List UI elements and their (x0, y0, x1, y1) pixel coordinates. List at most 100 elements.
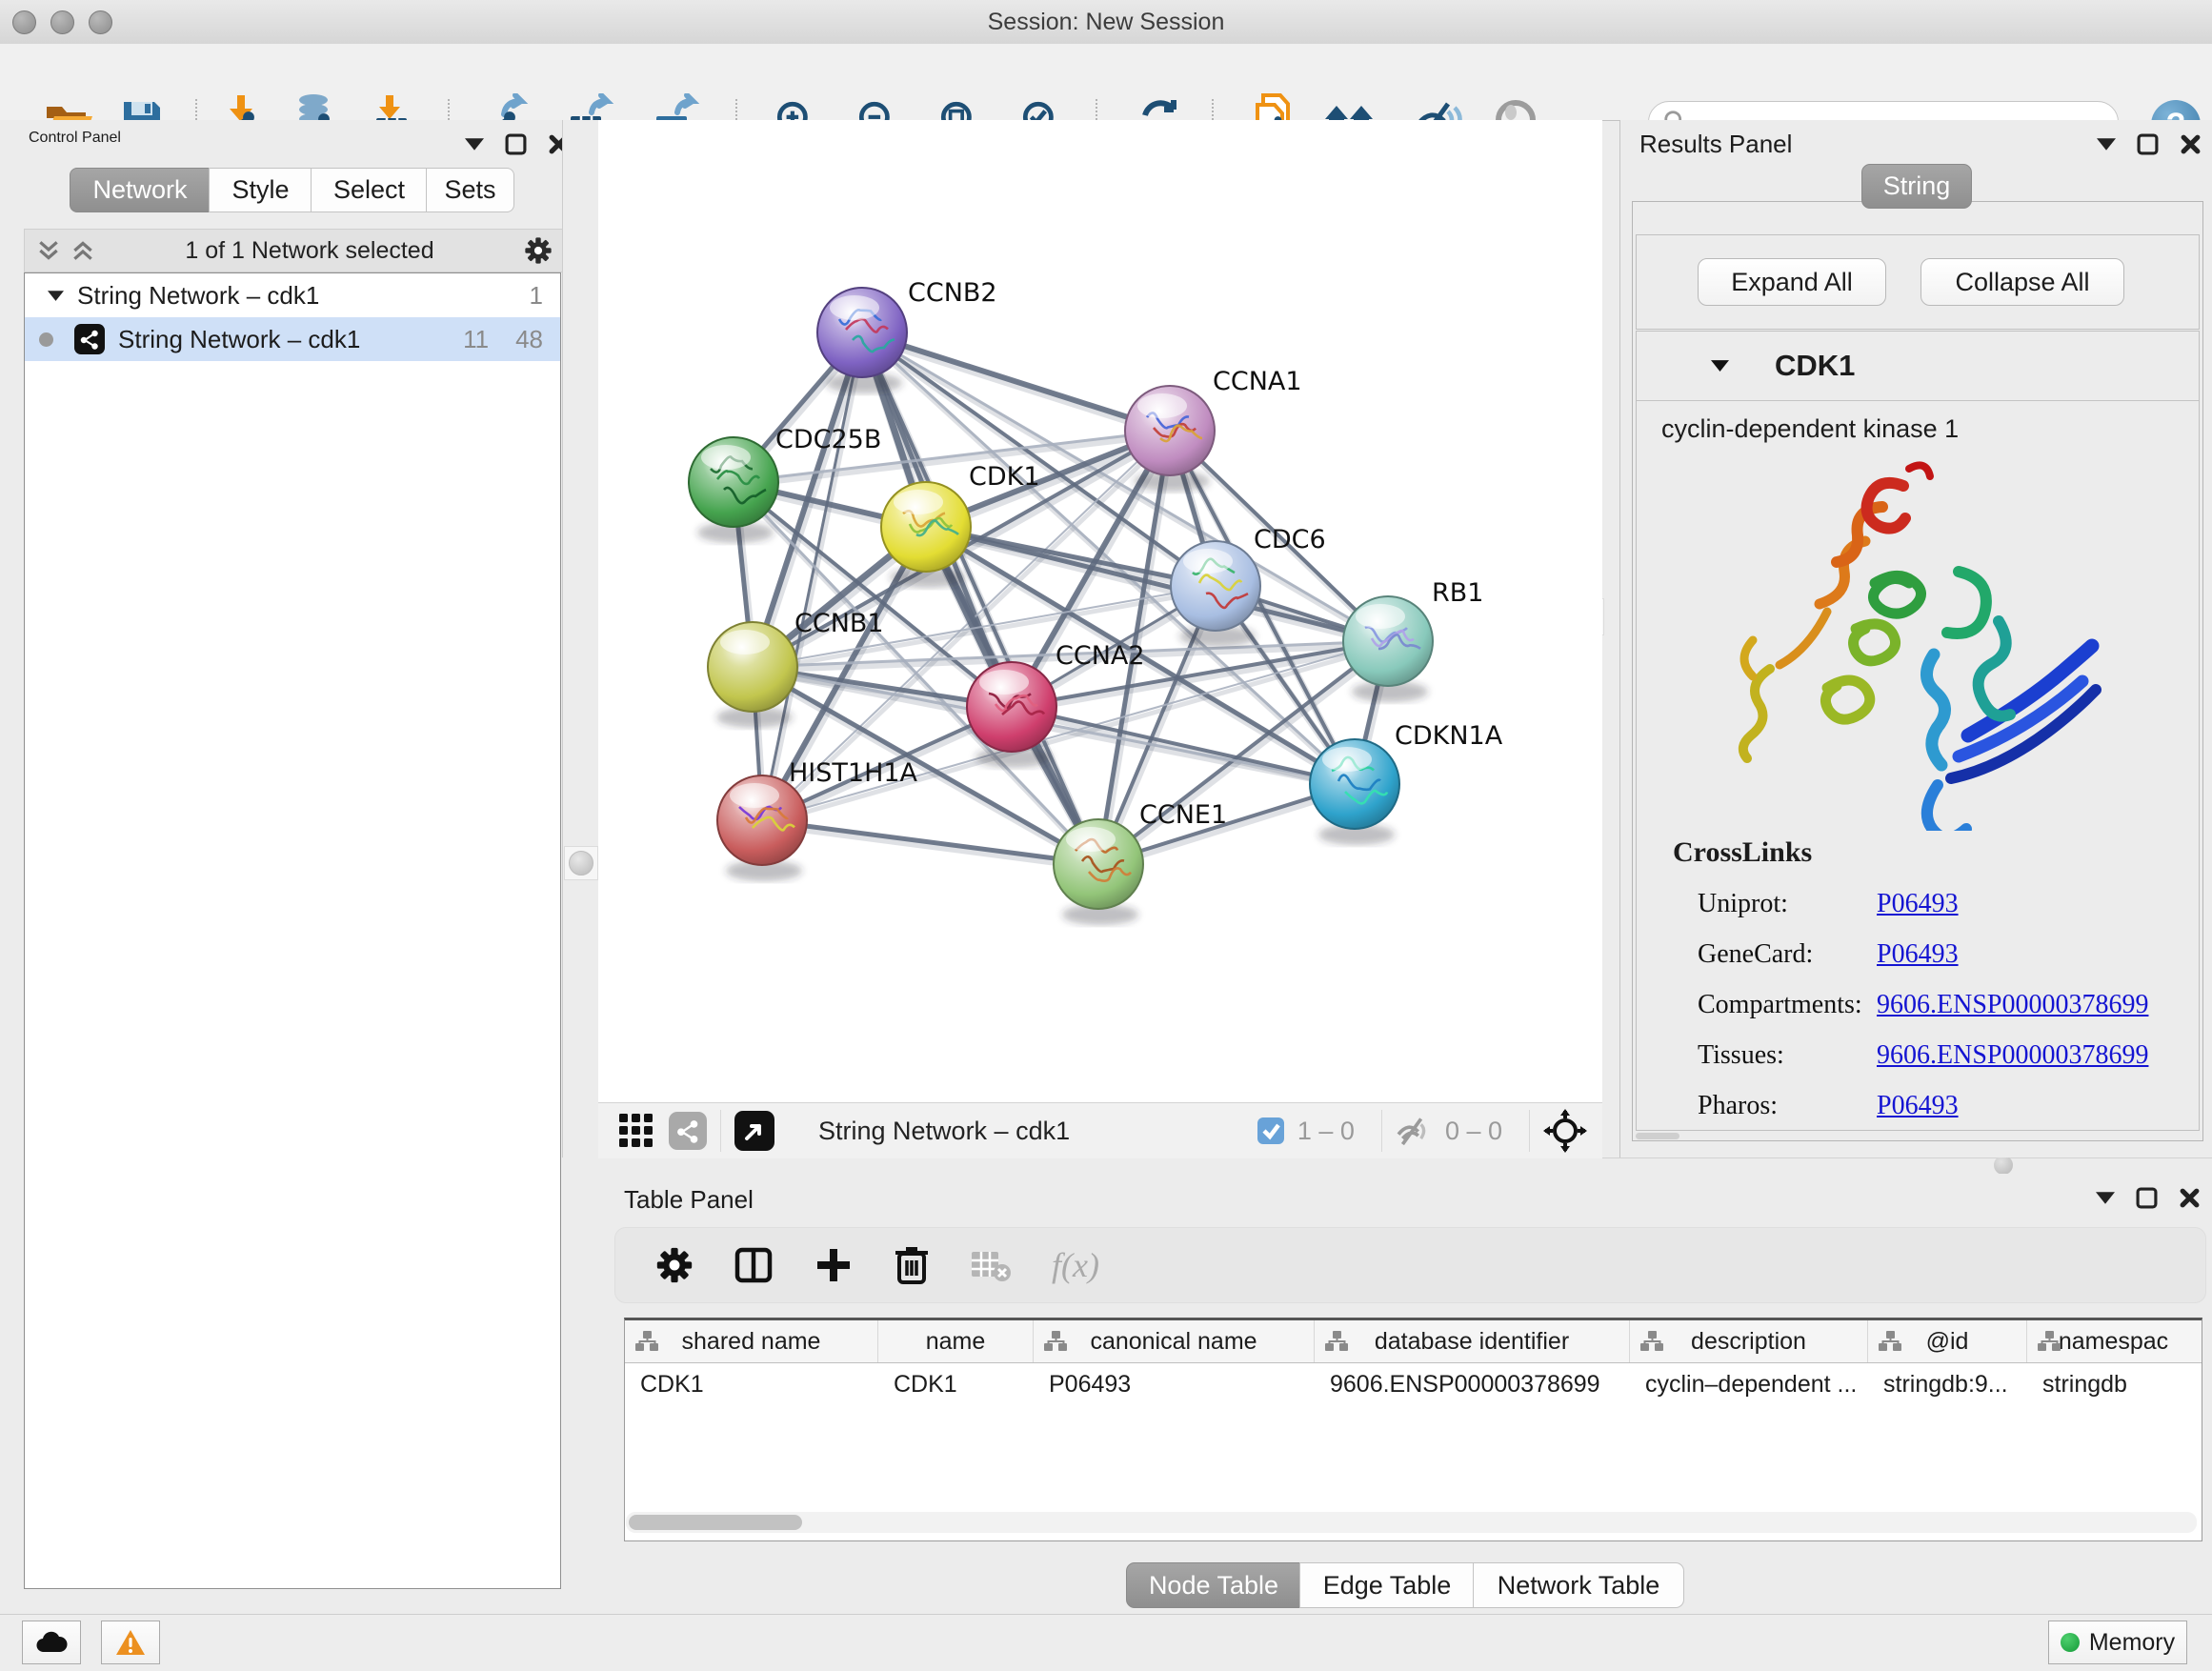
network-share-view-icon[interactable] (669, 1112, 707, 1150)
title-bar: Session: New Session (0, 0, 2212, 45)
network-list: String Network – cdk1 1 String Network –… (24, 272, 561, 1589)
memory-button[interactable]: Memory (2048, 1621, 2187, 1664)
network-view-title: String Network – cdk1 (818, 1117, 1070, 1146)
table-options-gear-icon[interactable] (655, 1246, 694, 1284)
protein-card-header[interactable]: CDK1 (1637, 332, 2199, 401)
crosslink-link[interactable]: P06493 (1877, 939, 1959, 970)
column-header[interactable]: canonical name (1034, 1320, 1315, 1362)
crosslink-label: Pharos: (1698, 1091, 1877, 1121)
network-edge[interactable] (862, 332, 1170, 431)
tab-sets[interactable]: Sets (426, 168, 514, 212)
node-label: CDK1 (969, 462, 1040, 492)
panel-float-icon[interactable] (2136, 1187, 2158, 1209)
delete-table-icon-disabled (970, 1248, 1012, 1282)
tab-style[interactable]: Style (209, 168, 312, 212)
protein-description: cyclin-dependent kinase 1 (1637, 401, 2199, 444)
network-row-selected[interactable]: String Network – cdk1 11 48 (25, 317, 560, 361)
cloud-icon (35, 1631, 68, 1654)
panel-close-icon[interactable] (2180, 133, 2202, 155)
tab-network[interactable]: Network (70, 168, 211, 212)
network-node-rb1[interactable]: RB1 (1343, 578, 1483, 702)
crosslink-label: GeneCard: (1698, 939, 1877, 970)
column-header[interactable]: description (1630, 1320, 1868, 1362)
table-panel-title: Table Panel (624, 1185, 754, 1215)
network-node-cdkn1a[interactable]: CDKN1A (1310, 721, 1503, 845)
results-panel: Results Panel String Expand All Collapse… (1619, 120, 2212, 1158)
node-label: CDC25B (775, 425, 881, 454)
table-row[interactable]: CDK1 CDK1 P06493 9606.ENSP00000378699 cy… (625, 1363, 2202, 1405)
collapse-all-button[interactable]: Collapse All (1920, 258, 2124, 306)
expand-collapse-box: Expand All Collapse All (1636, 234, 2200, 330)
grid-view-icon[interactable] (617, 1112, 655, 1150)
column-header[interactable]: database identifier (1315, 1320, 1630, 1362)
node-label: HIST1H1A (789, 758, 918, 788)
edge-count: 48 (515, 325, 543, 354)
tab-string[interactable]: String (1861, 164, 1972, 209)
panel-float-icon[interactable] (505, 133, 527, 155)
results-scrollbar-thumb[interactable] (1636, 1133, 1679, 1139)
expand-all-button[interactable]: Expand All (1698, 258, 1886, 306)
node-label: CCNB1 (794, 609, 884, 638)
crosslink-row: Compartments: 9606.ENSP00000378699 (1698, 979, 2199, 1030)
crosslink-label: Uniprot: (1698, 889, 1877, 919)
crosslink-link[interactable]: 9606.ENSP00000378699 (1877, 990, 2148, 1020)
tree-expander-icon[interactable] (48, 291, 64, 301)
crosslink-link[interactable]: P06493 (1877, 889, 1959, 919)
selected-checkbox-icon[interactable] (1256, 1116, 1286, 1146)
status-bar: Memory (0, 1614, 2212, 1671)
node-label: CCNE1 (1139, 800, 1227, 830)
node-table: shared name name canonical name database… (624, 1318, 2202, 1541)
collection-count: 1 (530, 281, 543, 311)
network-status-dot (39, 332, 53, 347)
add-column-icon[interactable] (814, 1245, 854, 1285)
panel-menu-icon[interactable] (2097, 138, 2116, 151)
column-header[interactable]: namespac (2027, 1320, 2200, 1362)
column-header[interactable]: name (878, 1320, 1034, 1362)
collapse-all-icon[interactable] (36, 238, 61, 263)
column-header[interactable]: shared name (625, 1320, 878, 1362)
column-tree-icon (1639, 1330, 1664, 1353)
warning-button[interactable] (101, 1621, 160, 1664)
hidden-eye-icon[interactable] (1396, 1115, 1434, 1147)
panel-float-icon[interactable] (2137, 133, 2159, 155)
network-canvas[interactable]: CCNB2CCNA1CDC25BCDK1CDC6RB1CCNB1CCNA2CDK… (598, 120, 1602, 1102)
main-toolbar: ? (0, 44, 2212, 121)
table-hscrollbar[interactable] (626, 1512, 2197, 1533)
table-hscrollbar-thumb[interactable] (629, 1515, 802, 1530)
card-expander-icon[interactable] (1711, 360, 1729, 372)
navigate-crosshair-icon[interactable] (1543, 1109, 1587, 1153)
tab-select[interactable]: Select (311, 168, 428, 212)
control-panel: Control Panel Network Style Select Sets … (0, 120, 562, 1614)
left-splitter-handle[interactable] (564, 846, 598, 880)
tab-edge-table[interactable]: Edge Table (1299, 1562, 1475, 1608)
show-columns-icon[interactable] (734, 1245, 774, 1285)
panel-menu-icon[interactable] (2096, 1192, 2115, 1204)
network-view[interactable]: CCNB2CCNA1CDC25BCDK1CDC6RB1CCNB1CCNA2CDK… (598, 120, 1602, 1102)
network-edge[interactable] (1012, 707, 1355, 784)
panel-close-icon[interactable] (2179, 1187, 2201, 1209)
control-panel-title: Control Panel (29, 130, 121, 147)
crosslink-row: GeneCard: P06493 (1698, 929, 2199, 979)
cloud-button[interactable] (22, 1621, 81, 1664)
hidden-counts: 0 – 0 (1445, 1117, 1502, 1146)
network-selection-bar: 1 of 1 Network selected (24, 229, 563, 272)
panel-menu-icon[interactable] (465, 138, 484, 151)
crosslink-link[interactable]: P06493 (1877, 1091, 1959, 1121)
memory-status-dot (2061, 1633, 2080, 1652)
network-node-hist1h1a[interactable]: HIST1H1A (717, 758, 918, 881)
network-options-gear-icon[interactable] (524, 236, 553, 265)
horizontal-splitter-handle[interactable] (1994, 1156, 2013, 1175)
expand-all-icon[interactable] (70, 238, 95, 263)
tab-network-table[interactable]: Network Table (1473, 1562, 1684, 1608)
node-label: CCNA1 (1213, 367, 1302, 396)
delete-column-icon[interactable] (894, 1244, 930, 1286)
birds-eye-view-icon[interactable] (734, 1111, 774, 1151)
crosslink-row: Tissues: 9606.ENSP00000378699 (1698, 1030, 2199, 1080)
left-splitter[interactable] (562, 120, 600, 1158)
network-collection-row[interactable]: String Network – cdk1 1 (25, 273, 560, 317)
column-tree-icon (1878, 1330, 1902, 1353)
node-label: RB1 (1432, 578, 1483, 608)
crosslink-link[interactable]: 9606.ENSP00000378699 (1877, 1040, 2148, 1071)
column-header[interactable]: @id (1868, 1320, 2027, 1362)
tab-node-table[interactable]: Node Table (1126, 1562, 1301, 1608)
